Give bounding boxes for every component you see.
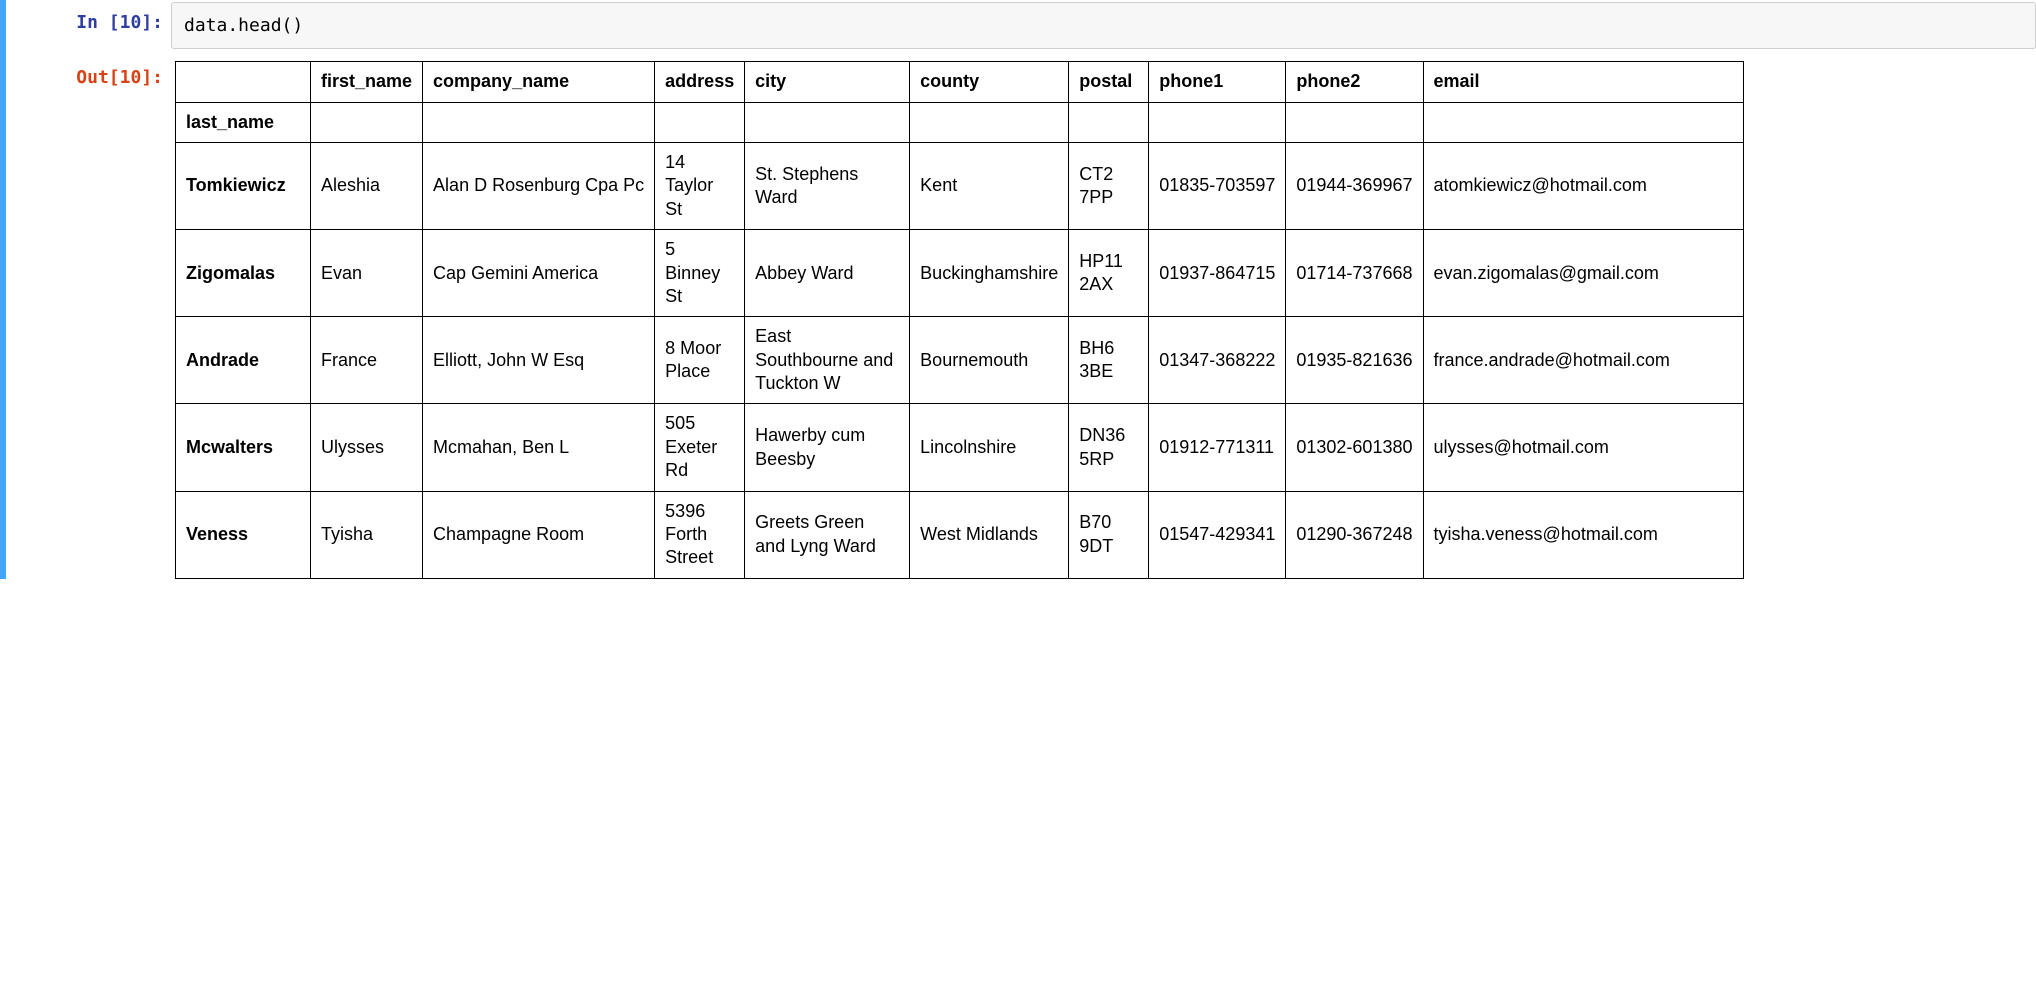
cell-postal: CT2 7PP bbox=[1069, 142, 1149, 229]
col-header-postal: postal bbox=[1069, 62, 1149, 102]
output-prompt: Out[10]: bbox=[6, 55, 171, 579]
cell-first_name: France bbox=[311, 317, 423, 404]
cell-phone2: 01935-821636 bbox=[1286, 317, 1423, 404]
table-row: Mcwalters Ulysses Mcmahan, Ben L 505 Exe… bbox=[176, 404, 1744, 491]
col-header-city: city bbox=[745, 62, 910, 102]
cell-company_name: Elliott, John W Esq bbox=[423, 317, 655, 404]
cell-address: 14 Taylor St bbox=[655, 142, 745, 229]
col-header-phone1: phone1 bbox=[1149, 62, 1286, 102]
table-row: Andrade France Elliott, John W Esq 8 Moo… bbox=[176, 317, 1744, 404]
table-body: Tomkiewicz Aleshia Alan D Rosenburg Cpa … bbox=[176, 142, 1744, 578]
cell-phone1: 01547-429341 bbox=[1149, 491, 1286, 578]
cell-phone2: 01290-367248 bbox=[1286, 491, 1423, 578]
cell-postal: BH6 3BE bbox=[1069, 317, 1149, 404]
cell-address: 505 Exeter Rd bbox=[655, 404, 745, 491]
table-row: Veness Tyisha Champagne Room 5396 Forth … bbox=[176, 491, 1744, 578]
cell-city: Hawerby cum Beesby bbox=[745, 404, 910, 491]
cell-county: Lincolnshire bbox=[910, 404, 1069, 491]
cell-phone2: 01302-601380 bbox=[1286, 404, 1423, 491]
cell-email: ulysses@hotmail.com bbox=[1423, 404, 1743, 491]
cell-postal: B70 9DT bbox=[1069, 491, 1149, 578]
code-cell[interactable]: data.head() bbox=[171, 2, 2036, 49]
cell-phone1: 01347-368222 bbox=[1149, 317, 1286, 404]
input-prompt: In [10]: bbox=[6, 0, 171, 51]
col-header-email: email bbox=[1423, 62, 1743, 102]
cell-company_name: Champagne Room bbox=[423, 491, 655, 578]
col-header-phone2: phone2 bbox=[1286, 62, 1423, 102]
cell-address: 8 Moor Place bbox=[655, 317, 745, 404]
cell-company_name: Mcmahan, Ben L bbox=[423, 404, 655, 491]
row-index: Tomkiewicz bbox=[176, 142, 311, 229]
cell-company_name: Cap Gemini America bbox=[423, 230, 655, 317]
cell-phone1: 01912-771311 bbox=[1149, 404, 1286, 491]
cell-county: Buckinghamshire bbox=[910, 230, 1069, 317]
cell-first_name: Evan bbox=[311, 230, 423, 317]
cell-postal: DN36 5RP bbox=[1069, 404, 1149, 491]
row-index: Andrade bbox=[176, 317, 311, 404]
cell-email: tyisha.veness@hotmail.com bbox=[1423, 491, 1743, 578]
table-row: Tomkiewicz Aleshia Alan D Rosenburg Cpa … bbox=[176, 142, 1744, 229]
index-name: last_name bbox=[176, 102, 311, 142]
cell-postal: HP11 2AX bbox=[1069, 230, 1149, 317]
output-row: Out[10]: first_name company_name address… bbox=[6, 55, 2036, 579]
cell-email: evan.zigomalas@gmail.com bbox=[1423, 230, 1743, 317]
index-header-blank bbox=[176, 62, 311, 102]
cell-phone2: 01714-737668 bbox=[1286, 230, 1423, 317]
cell-city: Abbey Ward bbox=[745, 230, 910, 317]
cell-city: Greets Green and Lyng Ward bbox=[745, 491, 910, 578]
table-row: Zigomalas Evan Cap Gemini America 5 Binn… bbox=[176, 230, 1744, 317]
cell-county: West Midlands bbox=[910, 491, 1069, 578]
output-area: first_name company_name address city cou… bbox=[171, 55, 2036, 579]
col-header-address: address bbox=[655, 62, 745, 102]
cell-first_name: Ulysses bbox=[311, 404, 423, 491]
cell-phone1: 01937-864715 bbox=[1149, 230, 1286, 317]
cell-first_name: Tyisha bbox=[311, 491, 423, 578]
input-row: In [10]: data.head() bbox=[6, 0, 2036, 51]
cell-address: 5 Binney St bbox=[655, 230, 745, 317]
row-index: Zigomalas bbox=[176, 230, 311, 317]
cell-company_name: Alan D Rosenburg Cpa Pc bbox=[423, 142, 655, 229]
cell-county: Kent bbox=[910, 142, 1069, 229]
cell-city: East Southbourne and Tuckton W bbox=[745, 317, 910, 404]
cell-address: 5396 Forth Street bbox=[655, 491, 745, 578]
row-index: Mcwalters bbox=[176, 404, 311, 491]
cell-email: atomkiewicz@hotmail.com bbox=[1423, 142, 1743, 229]
cell-first_name: Aleshia bbox=[311, 142, 423, 229]
col-header-company_name: company_name bbox=[423, 62, 655, 102]
notebook-cell: In [10]: data.head() Out[10]: first_name… bbox=[0, 0, 2036, 579]
cell-email: france.andrade@hotmail.com bbox=[1423, 317, 1743, 404]
cell-city: St. Stephens Ward bbox=[745, 142, 910, 229]
table-header-row: first_name company_name address city cou… bbox=[176, 62, 1744, 102]
row-index: Veness bbox=[176, 491, 311, 578]
cell-phone2: 01944-369967 bbox=[1286, 142, 1423, 229]
col-header-county: county bbox=[910, 62, 1069, 102]
col-header-first_name: first_name bbox=[311, 62, 423, 102]
cell-phone1: 01835-703597 bbox=[1149, 142, 1286, 229]
index-name-row: last_name bbox=[176, 102, 1744, 142]
dataframe-table: first_name company_name address city cou… bbox=[175, 61, 1744, 579]
cell-county: Bournemouth bbox=[910, 317, 1069, 404]
